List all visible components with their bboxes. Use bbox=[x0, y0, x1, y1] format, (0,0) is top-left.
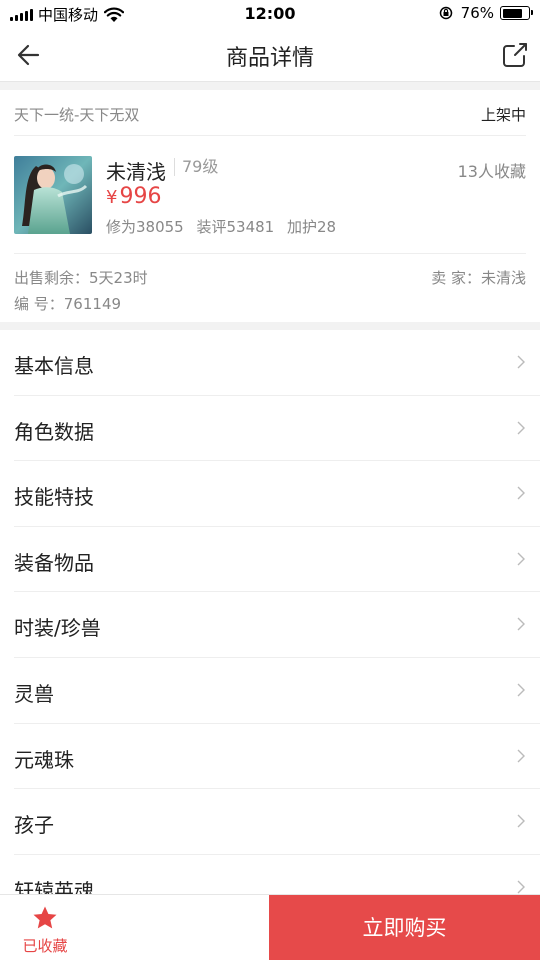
menu-item-basic-info[interactable]: 基本信息 bbox=[14, 330, 540, 396]
listing-status: 上架中 bbox=[480, 106, 526, 124]
price: ¥996 bbox=[106, 184, 161, 209]
menu-item-label: 时装/珍兽 bbox=[14, 616, 101, 641]
divider bbox=[14, 253, 526, 254]
favorite-label: 已收藏 bbox=[22, 937, 68, 955]
menu-item-equipment[interactable]: 装备物品 bbox=[14, 527, 540, 593]
price-value: 996 bbox=[119, 184, 162, 209]
status-right: 76% bbox=[439, 4, 533, 22]
menu-item-children[interactable]: 孩子 bbox=[14, 789, 540, 855]
server-name: 天下一统-天下无双 bbox=[14, 106, 140, 124]
menu-item-soul-pearl[interactable]: 元魂珠 bbox=[14, 724, 540, 790]
chevron-right-icon bbox=[517, 683, 525, 697]
chevron-right-icon bbox=[517, 486, 525, 500]
star-icon bbox=[33, 906, 57, 929]
rotation-lock-icon bbox=[439, 6, 452, 20]
menu-item-label: 装备物品 bbox=[14, 550, 94, 575]
share-icon[interactable] bbox=[500, 40, 530, 70]
item-number: 编 号：761149 bbox=[14, 295, 122, 313]
menu-item-label: 轩辕英魂 bbox=[14, 878, 94, 896]
menu-item-skills[interactable]: 技能特技 bbox=[14, 461, 540, 527]
sell-remaining: 出售剩余：5天23时 bbox=[14, 269, 148, 287]
product-card-header: 天下一统-天下无双 上架中 bbox=[14, 90, 526, 136]
seller: 卖 家：未清浅 bbox=[431, 269, 526, 287]
stat-cultivation: 修为38055 bbox=[106, 218, 184, 236]
chevron-right-icon bbox=[517, 421, 525, 435]
menu-item-heroic-soul[interactable]: 轩辕英魂 bbox=[14, 855, 540, 896]
menu-item-label: 元魂珠 bbox=[14, 747, 74, 772]
character-avatar[interactable] bbox=[14, 156, 92, 234]
chevron-right-icon bbox=[517, 749, 525, 763]
menu-item-role-data[interactable]: 角色数据 bbox=[14, 396, 540, 462]
stat-equip-score: 装评53481 bbox=[196, 218, 275, 236]
currency-symbol: ¥ bbox=[106, 187, 118, 208]
status-bar: 中国移动 12:00 76% bbox=[0, 0, 540, 28]
role-stats: 修为38055 装评53481 加护28 bbox=[106, 216, 344, 237]
role-name: 未清浅 bbox=[106, 160, 166, 184]
battery-icon bbox=[500, 6, 533, 20]
page-title: 商品详情 bbox=[225, 46, 314, 71]
battery-fill bbox=[502, 8, 522, 18]
stat-protection: 加护28 bbox=[287, 218, 337, 236]
bottom-action-bar: 已收藏 立即购买 bbox=[0, 894, 540, 960]
chevron-right-icon bbox=[517, 814, 525, 828]
detail-menu: 基本信息 角色数据 技能特技 装备物品 时装/珍兽 灵兽 元魂珠 孩子 轩辕英魂 bbox=[0, 330, 540, 896]
chevron-right-icon bbox=[517, 617, 525, 631]
menu-item-label: 基本信息 bbox=[14, 354, 94, 378]
chevron-right-icon bbox=[517, 552, 525, 566]
favorites-count: 13人收藏 bbox=[457, 162, 526, 181]
menu-item-label: 灵兽 bbox=[14, 681, 54, 706]
favorite-button[interactable]: 已收藏 bbox=[0, 895, 90, 960]
battery-percent: 76% bbox=[460, 4, 494, 22]
chevron-right-icon bbox=[517, 355, 525, 369]
role-level: 79级 bbox=[174, 158, 218, 176]
menu-item-label: 孩子 bbox=[14, 813, 54, 838]
menu-item-fashion-pets[interactable]: 时装/珍兽 bbox=[14, 592, 540, 658]
menu-item-label: 技能特技 bbox=[14, 485, 94, 510]
menu-item-label: 角色数据 bbox=[14, 419, 94, 444]
menu-item-spirit-beast[interactable]: 灵兽 bbox=[14, 658, 540, 724]
buy-now-button[interactable]: 立即购买 bbox=[269, 895, 540, 960]
nav-bar: 商品详情 bbox=[0, 28, 540, 82]
